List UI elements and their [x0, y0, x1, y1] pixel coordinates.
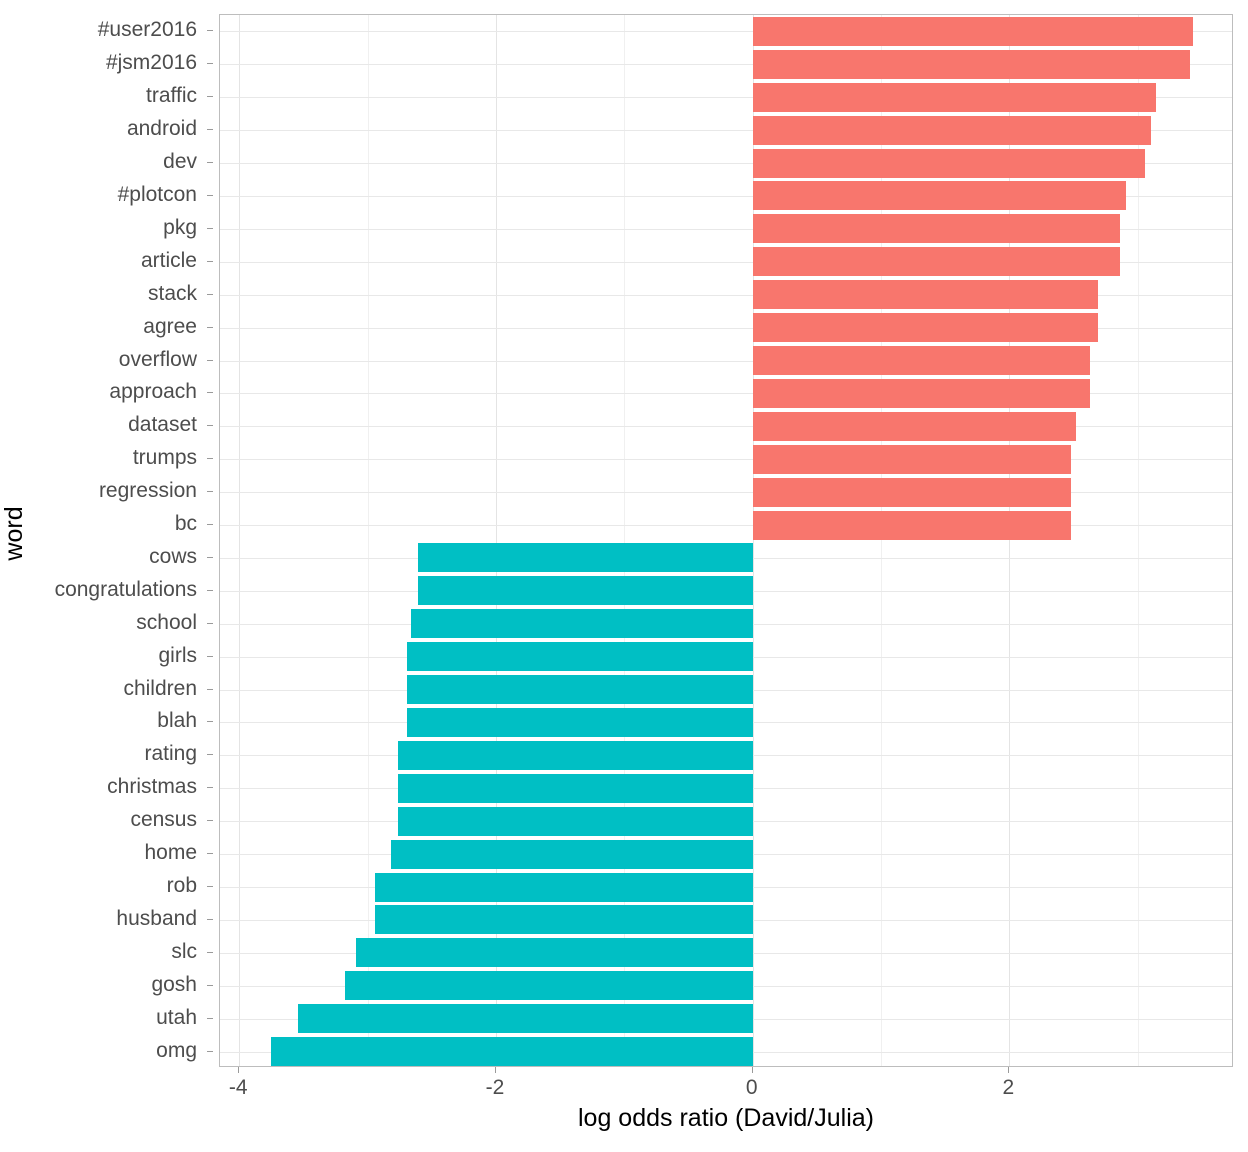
x-axis-tick-labels: -4 -2 0 2: [219, 1076, 1233, 1102]
bar: [752, 82, 1156, 112]
bar: [411, 609, 753, 639]
x-axis-title: log odds ratio (David/Julia): [578, 1104, 874, 1132]
vertical-gridline-major: [239, 15, 241, 1066]
log-odds-ratio-bar-chart: word #user2016 #jsm2016 traffic android dev #…: [0, 0, 1248, 1152]
y-axis-tick-mark: [207, 984, 213, 986]
y-axis-tick-mark: [207, 425, 213, 427]
y-axis-tick-labels: #user2016 #jsm2016 traffic android dev #plotc…: [0, 14, 213, 1067]
bar: [752, 214, 1120, 244]
bar: [271, 1037, 753, 1066]
x-axis-tick-mark: [494, 1067, 496, 1073]
y-axis-tick-mark: [207, 787, 213, 789]
y-axis-tick-mark: [207, 622, 213, 624]
bar: [398, 740, 753, 770]
y-axis-tick-mark: [207, 918, 213, 920]
horizontal-gridline: [220, 492, 1232, 493]
horizontal-gridline: [220, 426, 1232, 427]
bar: [417, 543, 753, 573]
bar: [752, 115, 1151, 145]
y-axis-tick-mark: [207, 458, 213, 460]
bar: [752, 148, 1146, 178]
y-axis-tick-mark: [207, 227, 213, 229]
bar: [375, 872, 753, 902]
bar: [752, 16, 1193, 46]
y-axis-tick-mark: [207, 359, 213, 361]
bar: [375, 905, 753, 935]
y-axis-tick-mark: [207, 754, 213, 756]
y-axis-tick-mark: [207, 1017, 213, 1019]
x-axis-tick-label: -4: [228, 1076, 248, 1099]
bar: [344, 971, 753, 1001]
y-axis-tick-mark: [207, 129, 213, 131]
bar: [752, 313, 1098, 343]
y-axis-tick-mark: [207, 1050, 213, 1052]
y-axis-tick-mark: [207, 951, 213, 953]
y-axis-tick-mark: [207, 326, 213, 328]
bar: [407, 642, 753, 672]
y-axis-tick-mark: [207, 96, 213, 98]
x-axis-tick-label: -2: [485, 1076, 505, 1099]
plot-panel: [219, 14, 1233, 1067]
y-axis-tick-mark: [207, 260, 213, 262]
bar: [390, 839, 753, 869]
bar: [398, 773, 753, 803]
x-axis-tick-label: 0: [745, 1076, 758, 1099]
y-axis-tick-mark: [207, 524, 213, 526]
bar: [752, 378, 1091, 408]
horizontal-gridline: [220, 459, 1232, 460]
x-axis-tick-mark: [238, 1067, 240, 1073]
bar: [298, 1004, 753, 1034]
bar: [398, 806, 753, 836]
bar: [752, 247, 1120, 277]
y-axis-tick-mark: [207, 853, 213, 855]
bar: [752, 181, 1127, 211]
y-axis-tick-mark: [207, 688, 213, 690]
bar: [417, 576, 753, 606]
bar: [752, 477, 1071, 507]
y-axis-tick-mark: [207, 886, 213, 888]
y-axis-tick-mark: [207, 162, 213, 164]
bar: [752, 280, 1098, 310]
y-axis-tick-mark: [207, 556, 213, 558]
bar: [356, 938, 753, 968]
y-axis-tick-mark: [207, 655, 213, 657]
bar: [407, 707, 753, 737]
x-axis-tick-marks: [219, 1067, 1233, 1075]
bar: [752, 346, 1091, 376]
bar: [752, 444, 1071, 474]
y-axis-tick-mark: [207, 194, 213, 196]
y-axis-tick-mark: [207, 63, 213, 65]
x-axis-tick-mark: [1008, 1067, 1010, 1073]
x-axis-tick-label: 2: [1002, 1076, 1015, 1099]
bar: [752, 49, 1191, 79]
bar: [752, 411, 1077, 441]
bar: [752, 510, 1071, 540]
y-axis-tick-mark: [207, 721, 213, 723]
y-axis-tick-mark: [207, 820, 213, 822]
horizontal-gridline: [220, 525, 1232, 526]
y-axis-tick-mark: [207, 30, 213, 32]
bar: [407, 675, 753, 705]
y-axis-tick-mark: [207, 589, 213, 591]
y-axis-tick-mark: [207, 491, 213, 493]
vertical-gridline-minor: [367, 15, 369, 1066]
x-axis-tick-mark: [751, 1067, 753, 1073]
y-axis-tick-mark: [207, 293, 213, 295]
y-axis-tick-mark: [207, 392, 213, 394]
